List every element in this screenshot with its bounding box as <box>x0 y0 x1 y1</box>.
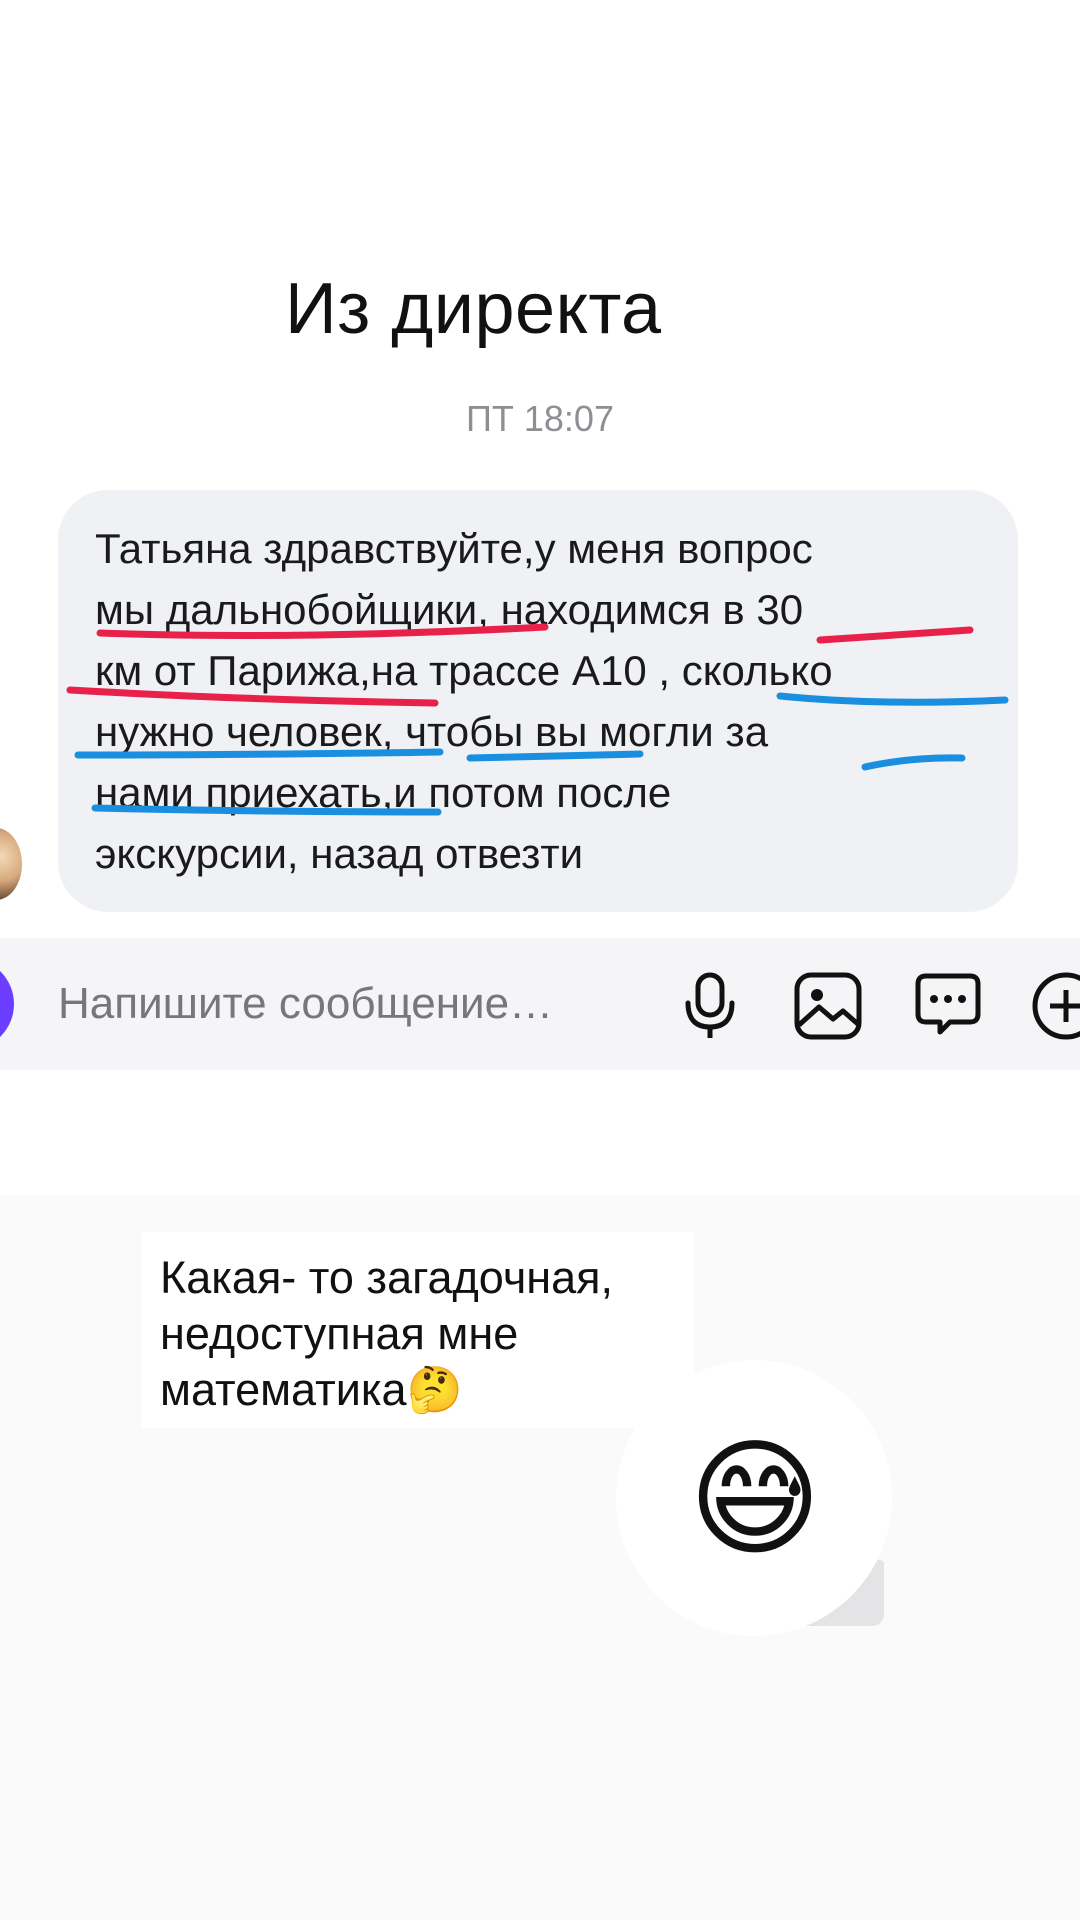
add-button[interactable] <box>1028 968 1080 1044</box>
page-title: Из директа <box>285 269 662 349</box>
sticker-button[interactable] <box>910 968 986 1044</box>
caption-text: Какая- то загадочная, недоступная мне ма… <box>160 1252 614 1415</box>
gallery-button[interactable] <box>790 968 866 1044</box>
camera-button-icon[interactable] <box>0 954 26 1054</box>
microphone-icon <box>685 972 735 1038</box>
sender-avatar[interactable] <box>0 828 22 900</box>
image-icon <box>794 972 862 1040</box>
plus-icon <box>1032 972 1080 1040</box>
message-text: Татьяна здравствуйте,у меня вопрос мы да… <box>95 525 833 877</box>
sweat-smile-emoji: 😅 <box>688 1428 822 1571</box>
chat-bubble-icon <box>915 973 981 1035</box>
message-input[interactable] <box>58 972 658 1036</box>
microphone-button[interactable] <box>672 968 748 1044</box>
message-timestamp: ПТ 18:07 <box>466 398 614 439</box>
